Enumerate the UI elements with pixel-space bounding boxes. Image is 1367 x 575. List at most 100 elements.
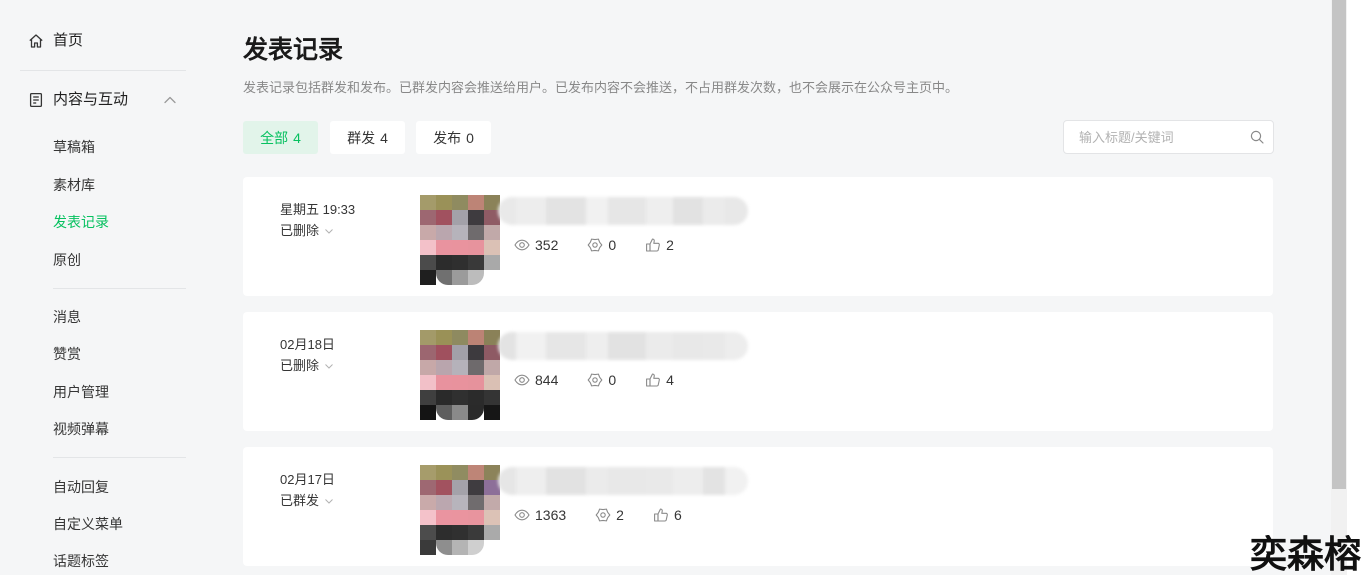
- thumbs-up-icon: [645, 372, 661, 388]
- sidebar-item-materials[interactable]: 素材库: [20, 172, 186, 198]
- sidebar-item-custom-menu[interactable]: 自定义菜单: [20, 511, 186, 537]
- record-status: 已群发: [280, 493, 320, 508]
- tab-publish[interactable]: 发布 0: [416, 121, 491, 154]
- mosaic-cell: [484, 510, 500, 525]
- wow-count: 2: [616, 507, 624, 523]
- article-title-redacted[interactable]: [498, 197, 748, 225]
- mosaic-cell: [452, 360, 468, 375]
- mosaic-cell: [436, 480, 452, 495]
- mosaic-cell: [420, 390, 436, 405]
- like-count: 6: [673, 507, 682, 523]
- sidebar-item-label: 视频弹幕: [53, 421, 109, 437]
- mosaic-cell: [436, 375, 452, 390]
- mosaic-cell: [484, 360, 500, 375]
- tab-mass-send[interactable]: 群发 4: [330, 121, 405, 154]
- record-status-dropdown[interactable]: 已群发: [280, 493, 334, 509]
- gear-icon: [587, 237, 603, 253]
- page-description: 发表记录包括群发和发布。已群发内容会推送给用户。已发布内容不会推送，不占用群发次…: [243, 80, 959, 95]
- publish-record-card: 02月18日 已删除 844 0 4: [243, 312, 1273, 431]
- mosaic-cell: [452, 195, 468, 210]
- article-title-redacted[interactable]: [498, 332, 748, 360]
- sidebar-item-messages[interactable]: 消息: [20, 304, 186, 330]
- mosaic-cell: [436, 345, 452, 360]
- blur-segment: [673, 197, 703, 225]
- mosaic-cell: [468, 240, 484, 255]
- search-icon[interactable]: [1250, 130, 1264, 144]
- eye-icon: [514, 237, 530, 253]
- gear-icon: [595, 507, 611, 523]
- mosaic-cell: [468, 405, 484, 420]
- like-stat: 4: [645, 372, 674, 388]
- record-status: 已删除: [280, 223, 320, 238]
- sidebar-item-auto-reply[interactable]: 自动回复: [20, 474, 186, 500]
- mosaic-cell: [484, 390, 500, 405]
- tab-count: 4: [293, 129, 301, 146]
- mosaic-cell: [484, 375, 500, 390]
- blur-segment: [516, 467, 546, 495]
- record-status-dropdown[interactable]: 已删除: [280, 358, 334, 374]
- tab-all[interactable]: 全部 4: [243, 121, 318, 154]
- search-input[interactable]: [1079, 121, 1244, 153]
- thumbs-up-icon: [645, 237, 661, 253]
- record-date: 02月18日: [280, 337, 335, 352]
- record-status-dropdown[interactable]: 已删除: [280, 223, 334, 239]
- blur-segment: [608, 197, 646, 225]
- sidebar-group-content[interactable]: 内容与互动: [20, 87, 186, 113]
- mosaic-cell: [468, 360, 484, 375]
- vertical-scrollbar[interactable]: [1331, 0, 1347, 575]
- wow-stat: 0: [587, 237, 616, 253]
- mosaic-cell: [468, 195, 484, 210]
- article-thumbnail[interactable]: [420, 195, 500, 285]
- sidebar-item-rewards[interactable]: 赞赏: [20, 341, 186, 367]
- read-stat: 1363: [514, 507, 566, 523]
- mosaic-cell: [468, 330, 484, 345]
- sidebar-item-users[interactable]: 用户管理: [20, 379, 186, 405]
- mosaic-cell: [452, 390, 468, 405]
- article-title-redacted[interactable]: [498, 467, 748, 495]
- mosaic-cell: [420, 375, 436, 390]
- mosaic-cell: [468, 495, 484, 510]
- mosaic-cell: [484, 405, 500, 420]
- blur-segment: [725, 332, 748, 360]
- mosaic-cell: [420, 225, 436, 240]
- tab-label: 群发: [347, 129, 376, 146]
- mosaic-cell: [436, 540, 452, 555]
- thumbs-up-icon: [653, 507, 669, 523]
- blur-segment: [608, 467, 646, 495]
- mosaic-cell: [436, 225, 452, 240]
- blur-segment: [646, 467, 673, 495]
- record-stats: 352 0 2: [514, 236, 703, 254]
- sidebar-item-label: 原创: [53, 252, 81, 268]
- mosaic-cell: [452, 345, 468, 360]
- article-thumbnail[interactable]: [420, 330, 500, 420]
- scrollbar-thumb[interactable]: [1332, 0, 1346, 489]
- mosaic-cell: [420, 360, 436, 375]
- sidebar-item-drafts[interactable]: 草稿箱: [20, 134, 186, 160]
- mosaic-cell: [420, 480, 436, 495]
- mosaic-cell: [468, 225, 484, 240]
- record-date: 星期五 19:33: [280, 202, 356, 217]
- sidebar-item-publish-records[interactable]: 发表记录: [20, 209, 186, 235]
- sidebar-item-original[interactable]: 原创: [20, 247, 186, 273]
- like-count: 2: [666, 237, 674, 253]
- sidebar-item-home[interactable]: 首页: [20, 28, 186, 54]
- mosaic-cell: [468, 255, 484, 270]
- mosaic-cell: [420, 240, 436, 255]
- like-count: 4: [666, 372, 674, 388]
- mosaic-cell: [420, 540, 436, 555]
- mosaic-cell: [452, 480, 468, 495]
- sidebar-item-label: 素材库: [53, 177, 95, 193]
- sidebar-item-topic-tags[interactable]: 话题标签: [20, 548, 186, 574]
- chevron-down-icon: [324, 496, 334, 506]
- mosaic-cell: [452, 255, 468, 270]
- chevron-up-icon[interactable]: [163, 93, 177, 107]
- tab-label: 发布: [433, 129, 462, 146]
- wow-stat: 2: [595, 507, 624, 523]
- mosaic-cell: [452, 465, 468, 480]
- publish-record-card: 02月17日 已群发 1363 2 6: [243, 447, 1273, 566]
- sidebar-item-label: 用户管理: [53, 384, 109, 400]
- blur-segment: [725, 197, 748, 225]
- sidebar-item-video-danmaku[interactable]: 视频弹幕: [20, 416, 186, 442]
- publish-record-card: 星期五 19:33 已删除 352 0 2: [243, 177, 1273, 296]
- article-thumbnail[interactable]: [420, 465, 500, 555]
